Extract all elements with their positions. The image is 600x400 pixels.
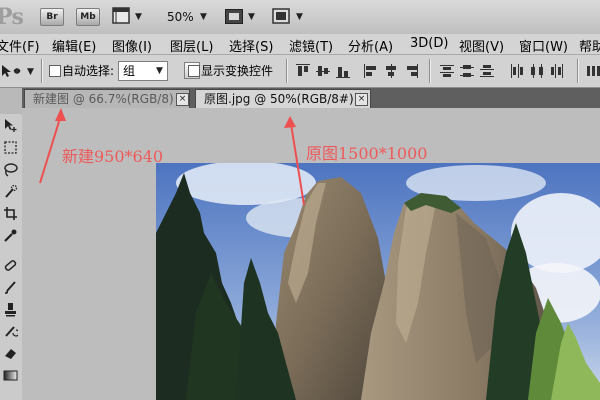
annotation-new-document-size: 新建950*640 xyxy=(62,147,164,166)
annotation-original-size: 原图1500*1000 xyxy=(306,144,428,163)
annotation-arrows xyxy=(39,108,305,206)
